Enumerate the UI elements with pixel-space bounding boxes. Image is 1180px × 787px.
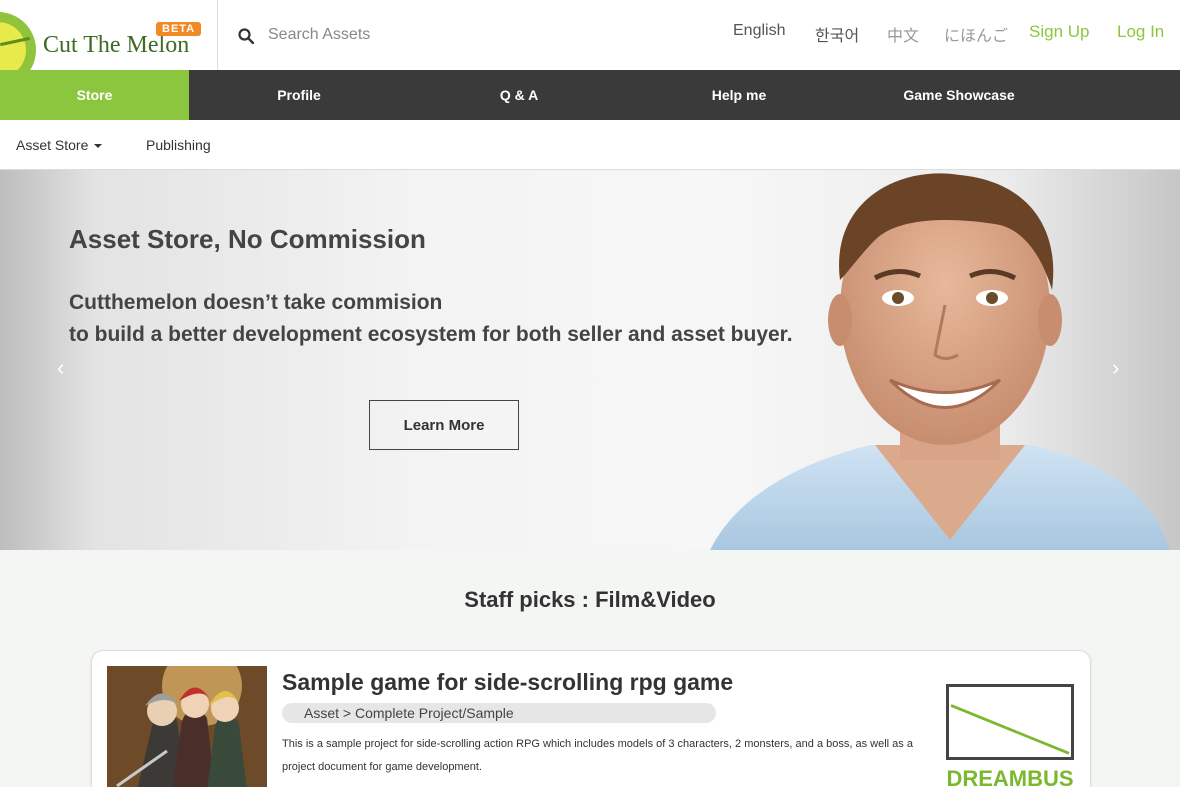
hero-title: Asset Store, No Commission: [69, 224, 426, 254]
sub-nav: Asset Store Publishing: [0, 120, 1180, 170]
carousel-next-icon[interactable]: ›: [1112, 355, 1119, 381]
nav-store[interactable]: Store: [0, 70, 189, 120]
learn-more-button[interactable]: Learn More: [369, 400, 519, 450]
site-logo[interactable]: Cut The Melon BETA: [0, 0, 218, 70]
beta-badge: BETA: [156, 22, 202, 36]
lang-korean[interactable]: 한국어: [815, 22, 859, 45]
asset-description: This is a sample project for side-scroll…: [282, 738, 913, 773]
lang-english[interactable]: English: [733, 22, 785, 44]
asset-card[interactable]: Sample game for side-scrolling rpg game …: [91, 650, 1091, 787]
asset-store-label: Asset Store: [16, 137, 89, 153]
search-icon[interactable]: [238, 28, 254, 44]
asset-category[interactable]: Asset > Complete Project/Sample: [282, 703, 716, 723]
search-input[interactable]: [268, 22, 528, 48]
asset-thumbnail-image[interactable]: [107, 666, 267, 787]
publisher-name: DREAMBUS: [946, 766, 1074, 787]
top-header: Cut The Melon BETA English 한국어 中文 にほんご S…: [0, 0, 1180, 70]
logo-text: Cut The Melon: [43, 32, 190, 58]
publisher-logo[interactable]: DREAMBUS: [946, 684, 1074, 787]
publishing-link[interactable]: Publishing: [146, 137, 211, 153]
lang-japanese[interactable]: にほんご: [944, 22, 1008, 45]
nav-qa[interactable]: Q & A: [429, 70, 609, 120]
search-bar: [238, 22, 538, 48]
log-in-link[interactable]: Log In: [1117, 22, 1164, 44]
smiling-man-image: [710, 173, 1170, 550]
asset-title[interactable]: Sample game for side-scrolling rpg game: [282, 669, 733, 696]
nav-profile[interactable]: Profile: [209, 70, 389, 120]
hero-subtitle-line-1: Cutthemelon doesn’t take commision: [69, 291, 443, 314]
nav-game-showcase[interactable]: Game Showcase: [859, 70, 1059, 120]
nav-help-me[interactable]: Help me: [649, 70, 829, 120]
dreambus-logo-icon: [946, 684, 1074, 760]
sign-up-link[interactable]: Sign Up: [1029, 22, 1089, 44]
carousel-prev-icon[interactable]: ‹: [57, 355, 64, 381]
hero-subtitle-line-2: to build a better development ecosystem …: [69, 323, 793, 346]
caret-down-icon: [94, 144, 103, 149]
asset-store-dropdown[interactable]: Asset Store: [16, 137, 103, 153]
hero-banner: Asset Store, No Commission Cutthemelon d…: [0, 170, 1180, 550]
lang-chinese[interactable]: 中文: [887, 22, 919, 45]
main-nav: Store Profile Q & A Help me Game Showcas…: [0, 70, 1180, 120]
staff-picks-title: Staff picks : Film&Video: [464, 587, 716, 612]
